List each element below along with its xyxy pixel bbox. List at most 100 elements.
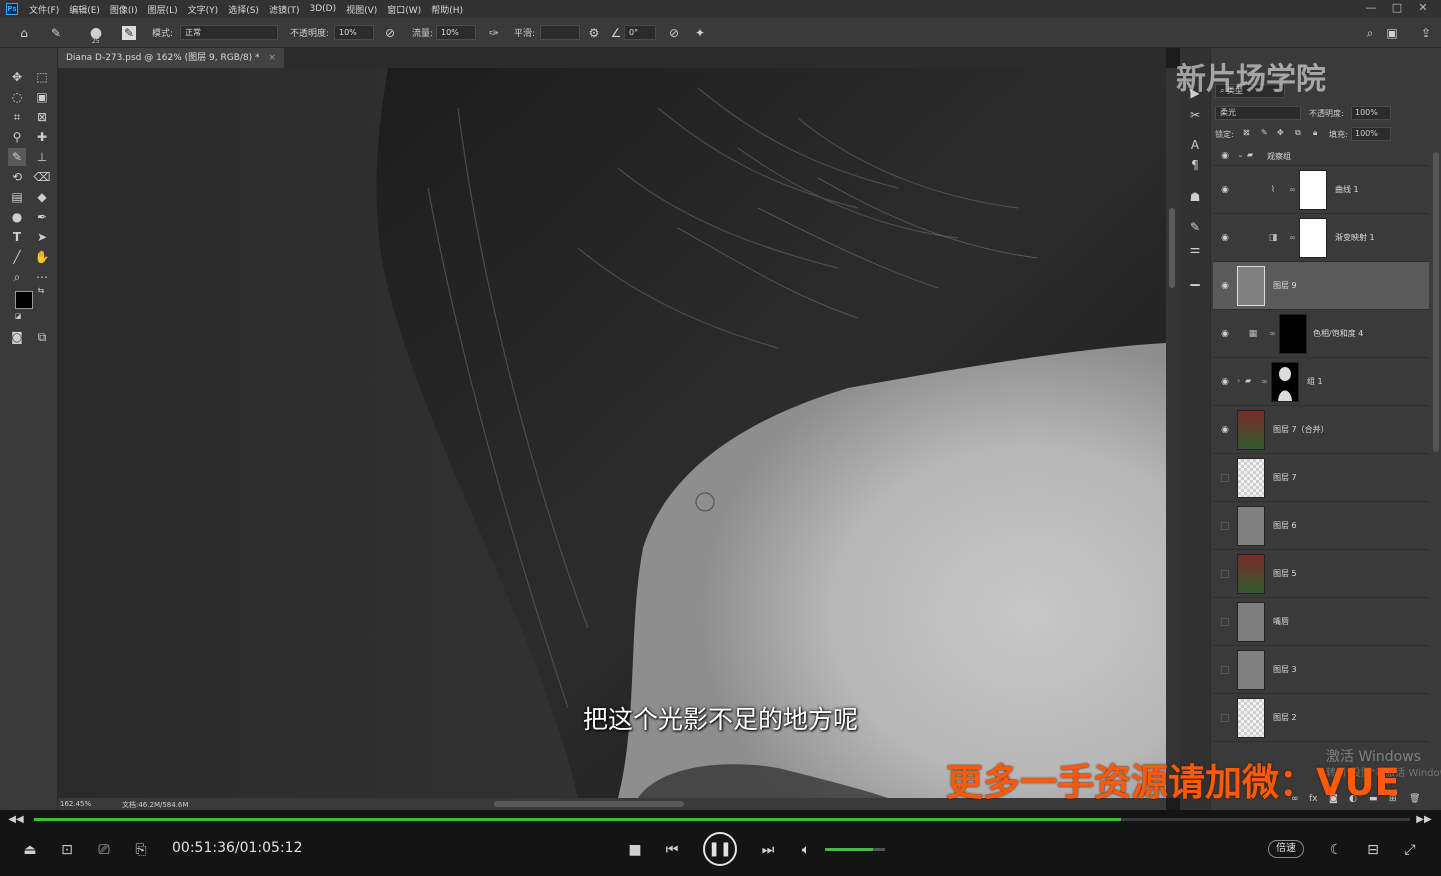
pen-tool-icon[interactable]: ✒ <box>33 208 51 226</box>
share-icon[interactable]: ⇪ <box>1418 25 1434 41</box>
paragraph-panel-icon[interactable]: ¶ <box>1186 156 1204 174</box>
minimize-icon[interactable]: — <box>1358 0 1384 18</box>
layer-row-group-observe[interactable]: ◉ ⌄ ▰ 观察组 <box>1213 146 1429 166</box>
layer-thumbnail[interactable] <box>1237 650 1265 690</box>
screenshot-icon[interactable]: ⊡ <box>57 840 77 860</box>
vertical-scrollbar[interactable] <box>1166 68 1180 798</box>
lock-transparency-icon[interactable]: ⊠ <box>1243 128 1250 137</box>
opacity-input[interactable]: 10% <box>334 25 374 40</box>
search-icon[interactable]: ⌕ <box>1362 25 1378 41</box>
layer-row-gradient-map-1[interactable]: ◉ ◨ ∞ 渐变映射 1 <box>1213 214 1429 262</box>
tools-settings-icon[interactable]: ✂ <box>1186 106 1204 124</box>
horizontal-scrollbar[interactable] <box>494 801 684 807</box>
screen-mode-icon[interactable]: ⧉ <box>33 328 51 346</box>
fast-forward-icon[interactable]: ▶▶ <box>1414 810 1434 830</box>
visibility-eye-icon[interactable]: ◉ <box>1219 376 1231 388</box>
visibility-eye-icon[interactable]: ◉ <box>1219 424 1231 436</box>
layer-thumbnail[interactable] <box>1237 458 1265 498</box>
chevron-right-icon[interactable]: › <box>1237 376 1240 385</box>
hand-tool-icon[interactable]: ✋ <box>33 248 51 266</box>
layer-mask-thumbnail[interactable] <box>1279 314 1307 354</box>
swap-colors-icon[interactable]: ⇆ <box>36 286 46 296</box>
layer-thumbnail[interactable] <box>1237 410 1265 450</box>
document-tab[interactable]: Diana D-273.psd @ 162% (图层 9, RGB/8) * × <box>58 48 284 68</box>
type-tool-icon[interactable]: T <box>8 228 26 246</box>
menu-filter[interactable]: 滤镜(T) <box>264 3 305 16</box>
menu-file[interactable]: 文件(F) <box>24 3 64 16</box>
foreground-color-swatch[interactable] <box>15 291 33 309</box>
visibility-eye-icon[interactable]: ◉ <box>1219 280 1231 292</box>
layer-row-curves-1[interactable]: ◉ ⌇ ∞ 曲线 1 <box>1213 166 1429 214</box>
default-colors-icon[interactable]: ◪ <box>13 311 23 321</box>
layer-mask-thumbnail[interactable] <box>1299 218 1327 258</box>
healing-brush-tool-icon[interactable]: ✚ <box>33 128 51 146</box>
airbrush-icon[interactable]: ✑ <box>486 25 502 41</box>
menu-help[interactable]: 帮助(H) <box>426 3 468 16</box>
danmaku-icon[interactable]: ⎚ <box>94 840 114 860</box>
quick-mask-icon[interactable]: ◙ <box>8 328 26 346</box>
brush-panel-icon[interactable]: ✎ <box>122 26 136 40</box>
layer-row-lips[interactable]: 嘴唇 <box>1213 598 1429 646</box>
layer-row-layer-9[interactable]: ◉ 图层 9 <box>1213 262 1429 310</box>
trash-icon[interactable]: 🗑︎ <box>1409 794 1420 804</box>
gear-icon[interactable]: ⚙ <box>586 25 602 41</box>
workspace-icon[interactable]: ▣ <box>1384 25 1400 41</box>
flow-input[interactable]: 10% <box>436 25 476 40</box>
menu-layer[interactable]: 图层(L) <box>143 3 183 16</box>
fullscreen-icon[interactable]: ⤢ <box>1400 840 1420 860</box>
menu-edit[interactable]: 编辑(E) <box>64 3 105 16</box>
ai-assistant-icon[interactable]: ☾ <box>1326 840 1346 860</box>
history-brush-tool-icon[interactable]: ⟲ <box>8 168 26 186</box>
blend-mode-select[interactable]: 柔光 <box>1215 106 1301 120</box>
visibility-toggle[interactable] <box>1221 522 1229 530</box>
visibility-eye-icon[interactable]: ◉ <box>1219 150 1231 162</box>
layer-row-layer-7-merged[interactable]: ◉ 图层 7（合并） <box>1213 406 1429 454</box>
layer-mask-thumbnail[interactable] <box>1299 170 1327 210</box>
eyedropper-tool-icon[interactable]: ⚲ <box>8 128 26 146</box>
home-icon[interactable]: ⌂ <box>16 25 32 41</box>
layer-opacity-input[interactable]: 100% <box>1351 106 1391 120</box>
layer-row-hue-saturation-4[interactable]: ◉ ▦ ∞ 色相/饱和度 4 <box>1213 310 1429 358</box>
lock-pixels-icon[interactable]: ✎ <box>1261 128 1268 137</box>
object-select-tool-icon[interactable]: ▣ <box>33 88 51 106</box>
visibility-toggle[interactable] <box>1221 570 1229 578</box>
histogram-icon[interactable]: ▁ <box>1186 270 1204 288</box>
layer-thumbnail[interactable] <box>1237 506 1265 546</box>
lasso-tool-icon[interactable]: ◌ <box>8 88 26 106</box>
symmetry-icon[interactable]: ✦ <box>692 25 708 41</box>
visibility-eye-icon[interactable]: ◉ <box>1219 184 1231 196</box>
visibility-eye-icon[interactable]: ◉ <box>1219 232 1231 244</box>
previous-icon[interactable]: ⏮ <box>662 840 682 860</box>
dodge-tool-icon[interactable]: ● <box>8 208 26 226</box>
menu-window[interactable]: 窗口(W) <box>382 3 426 16</box>
layer-row-layer-3[interactable]: 图层 3 <box>1213 646 1429 694</box>
gradient-tool-icon[interactable]: ▤ <box>8 188 26 206</box>
menu-view[interactable]: 视图(V) <box>341 3 382 16</box>
close-icon[interactable]: ✕ <box>1410 0 1436 18</box>
lock-all-icon[interactable]: 🔒︎ <box>1313 128 1317 138</box>
visibility-toggle[interactable] <box>1221 618 1229 626</box>
chevron-down-icon[interactable]: ⌄ <box>1237 150 1244 159</box>
volume-icon[interactable]: 🔈︎ <box>796 840 816 860</box>
document-canvas[interactable] <box>58 68 1166 798</box>
menu-image[interactable]: 图像(I) <box>105 3 143 16</box>
visibility-eye-icon[interactable]: ◉ <box>1219 328 1231 340</box>
layer-row-layer-6[interactable]: 图层 6 <box>1213 502 1429 550</box>
layer-row-group-1[interactable]: ◉ › ▰ ∞ 组 1 <box>1213 358 1429 406</box>
menu-select[interactable]: 选择(S) <box>223 3 264 16</box>
vertical-scrollbar-thumb[interactable] <box>1169 208 1175 288</box>
toolbox-icon[interactable]: ⊟ <box>1363 840 1383 860</box>
eject-icon[interactable]: ⏏ <box>20 840 40 860</box>
next-icon[interactable]: ⏭ <box>758 840 778 860</box>
layers-scrollbar[interactable] <box>1433 152 1439 452</box>
lock-position-icon[interactable]: ✥ <box>1277 128 1284 137</box>
blur-tool-icon[interactable]: ◆ <box>33 188 51 206</box>
move-tool-icon[interactable]: ✥ <box>8 68 26 86</box>
menu-3d[interactable]: 3D(D) <box>304 4 341 14</box>
visibility-toggle[interactable] <box>1221 474 1229 482</box>
line-tool-icon[interactable]: ╱ <box>8 248 26 266</box>
zoom-tool-icon[interactable]: ⌕ <box>8 268 26 286</box>
subtitle-settings-icon[interactable]: ⎘ <box>131 840 151 860</box>
stop-icon[interactable]: ■ <box>625 840 645 860</box>
crop-tool-icon[interactable]: ⌗ <box>8 108 26 126</box>
